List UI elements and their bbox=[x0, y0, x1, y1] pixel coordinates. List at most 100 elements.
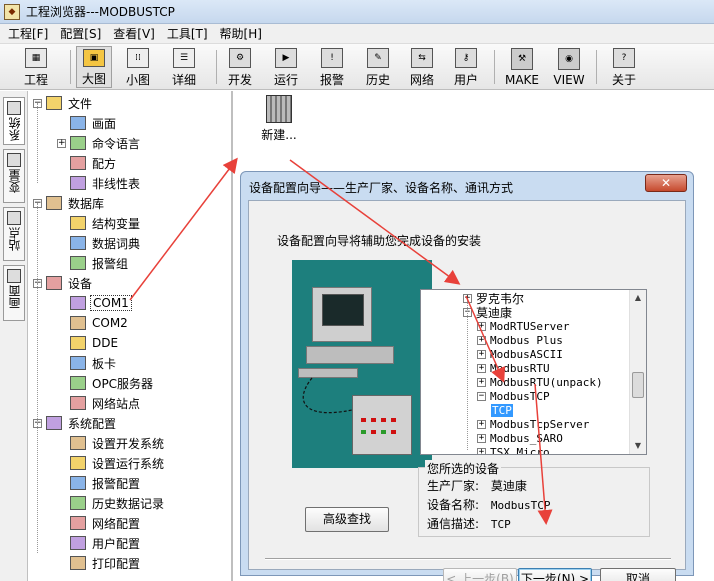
expand-icon[interactable]: + bbox=[477, 321, 486, 331]
tree-item[interactable]: − 系统配置 bbox=[33, 413, 118, 433]
toolbar-large-icon-button[interactable]: ▣ 大图 bbox=[76, 46, 112, 88]
scroll-down-icon[interactable]: ▼ bbox=[630, 438, 646, 454]
toolbar-alarm-button[interactable]: ! 报警 bbox=[314, 46, 350, 88]
toolbar-about-button[interactable]: ? 关于 bbox=[606, 46, 642, 88]
device-tree-item[interactable]: − ModbusTCP bbox=[477, 389, 551, 403]
history-record-icon bbox=[70, 496, 86, 510]
tree-item[interactable]: 设置开发系统 bbox=[57, 433, 166, 453]
toolbar-view-button[interactable]: ◉ VIEW bbox=[549, 46, 589, 88]
menu-config[interactable]: 配置[S] bbox=[60, 25, 101, 42]
device-tree-item[interactable]: + Modbus Plus bbox=[477, 333, 564, 347]
collapse-icon[interactable]: − bbox=[477, 391, 486, 401]
menu-view[interactable]: 查看[V] bbox=[113, 25, 155, 42]
device-icon bbox=[46, 276, 62, 290]
tree-item[interactable]: 板卡 bbox=[57, 353, 118, 373]
expand-icon[interactable]: + bbox=[477, 335, 486, 345]
device-tree-item[interactable]: + ModbusRTU(unpack) bbox=[477, 375, 604, 389]
device-tree-item[interactable]: + ModbusASCII bbox=[477, 347, 564, 361]
cancel-button[interactable]: 取消 bbox=[600, 568, 676, 581]
tree-item[interactable]: 数据词典 bbox=[57, 233, 142, 253]
toolbar-make-button[interactable]: ⚒ MAKE bbox=[502, 46, 542, 88]
tree-item[interactable]: + 命令语言 bbox=[57, 133, 142, 153]
device-tree-label: TCP bbox=[491, 403, 513, 417]
tree-item[interactable]: COM2 bbox=[57, 313, 130, 333]
close-button[interactable]: ✕ bbox=[645, 174, 687, 192]
advanced-search-button[interactable]: 高级查找 bbox=[305, 507, 389, 532]
expand-icon[interactable]: + bbox=[477, 433, 486, 443]
tab-screen[interactable]: 画面 bbox=[3, 265, 25, 321]
tree-item[interactable]: 非线性表 bbox=[57, 173, 142, 193]
device-tree-label: ModbusTcpServer bbox=[490, 417, 590, 431]
device-tree-item[interactable]: + Modbus_SARO bbox=[477, 431, 564, 445]
next-button[interactable]: 下一步(N) > bbox=[518, 568, 592, 581]
toolbar-user-button[interactable]: ⚷ 用户 bbox=[448, 46, 484, 88]
title-bar: ◆ 工程浏览器---MODBUSTCP bbox=[0, 0, 714, 24]
tree-guide-line bbox=[37, 203, 38, 283]
toolbar-network-button[interactable]: ⇆ 网络 bbox=[404, 46, 440, 88]
expand-icon[interactable]: + bbox=[477, 447, 486, 454]
tree-item[interactable]: 配方 bbox=[57, 153, 118, 173]
device-tree-item[interactable]: + ModRTUServer bbox=[477, 319, 570, 333]
tree-item[interactable]: 网络配置 bbox=[57, 513, 142, 533]
back-button[interactable]: < 上一步(B) bbox=[443, 568, 517, 581]
tree-item[interactable]: 画面 bbox=[57, 113, 118, 133]
tree-item[interactable]: 报警配置 bbox=[57, 473, 142, 493]
tree-item[interactable]: 结构变量 bbox=[57, 213, 142, 233]
expand-icon[interactable]: + bbox=[477, 377, 486, 387]
manufacturer-row: 生产厂家: 莫迪康 bbox=[427, 477, 527, 494]
device-tree-scrollbar[interactable]: ▲ ▼ bbox=[629, 290, 646, 454]
device-tree-item[interactable]: + ModbusRTU bbox=[477, 361, 551, 375]
device-tree-item[interactable]: + ModbusTcpServer bbox=[477, 417, 590, 431]
database-icon bbox=[46, 196, 62, 210]
toolbar-label: 大图 bbox=[81, 72, 106, 86]
device-tree-item[interactable]: TCP bbox=[491, 403, 513, 417]
toolbar-develop-button[interactable]: ⚙ 开发 bbox=[222, 46, 258, 88]
scroll-thumb[interactable] bbox=[632, 372, 644, 398]
new-device-item[interactable]: 新建... bbox=[258, 95, 300, 145]
tree-item[interactable]: 网络站点 bbox=[57, 393, 142, 413]
scroll-up-icon[interactable]: ▲ bbox=[630, 290, 646, 306]
tree-item[interactable]: 用户配置 bbox=[57, 533, 142, 553]
tree-item[interactable]: − 设备 bbox=[33, 273, 94, 293]
tab-system[interactable]: 系统 bbox=[3, 97, 25, 145]
menu-project[interactable]: 工程[F] bbox=[8, 25, 48, 42]
expand-icon[interactable]: + bbox=[477, 363, 486, 373]
expand-icon[interactable]: + bbox=[477, 419, 486, 429]
tree-item[interactable]: OPC服务器 bbox=[57, 373, 155, 393]
expand-icon[interactable]: + bbox=[57, 138, 66, 148]
toolbar-history-button[interactable]: ✎ 历史 bbox=[360, 46, 396, 88]
tree-item-label: 设备 bbox=[68, 276, 93, 291]
toolbar-label: 关于 bbox=[611, 73, 636, 87]
tree-item[interactable]: COM1 bbox=[57, 293, 132, 313]
device-tree-item[interactable]: + TSX Micro bbox=[477, 445, 551, 454]
tree-item[interactable]: 设置运行系统 bbox=[57, 453, 166, 473]
tree-item[interactable]: − 数据库 bbox=[33, 193, 106, 213]
alarm-group-icon bbox=[70, 256, 86, 270]
expand-icon[interactable]: + bbox=[477, 349, 486, 359]
menu-help[interactable]: 帮助[H] bbox=[220, 25, 262, 42]
system-config-icon bbox=[46, 416, 62, 430]
tree-item-label: 网络配置 bbox=[92, 516, 141, 531]
toolbar-label: 用户 bbox=[453, 73, 478, 87]
tab-station[interactable]: 站点 bbox=[3, 207, 25, 261]
device-config-wizard-dialog: 设备配置向导——生产厂家、设备名称、通讯方式 ✕ 设备配置向导将辅助您完成设备的… bbox=[240, 171, 694, 581]
toolbar-project-button[interactable]: ▦ 工程 bbox=[18, 46, 54, 88]
tab-variables[interactable]: 变量 bbox=[3, 149, 25, 203]
tree-item[interactable]: 历史数据记录 bbox=[57, 493, 166, 513]
tree-item[interactable]: DDE bbox=[57, 333, 120, 353]
toolbar-small-icon-button[interactable]: ⁞⁞ 小图 bbox=[120, 46, 156, 88]
device-name-label: 设备名称: bbox=[427, 498, 480, 512]
toolbar-run-button[interactable]: ▶ 运行 bbox=[268, 46, 304, 88]
device-tree-item[interactable]: − 莫迪康 bbox=[463, 305, 513, 320]
alarm-config-icon bbox=[70, 476, 86, 490]
tree-item[interactable]: − 文件 bbox=[33, 93, 94, 113]
tree-item[interactable]: 打印配置 bbox=[57, 553, 142, 573]
tab-label: 站点 bbox=[7, 227, 22, 251]
com-port-icon bbox=[70, 296, 86, 310]
tree-item[interactable]: 报警组 bbox=[57, 253, 130, 273]
device-tree-guide-line bbox=[467, 300, 468, 450]
user-config-icon bbox=[70, 536, 86, 550]
toolbar-details-button[interactable]: ☰ 详细 bbox=[166, 46, 202, 88]
device-tree-label: Modbus_SARO bbox=[490, 431, 563, 445]
menu-tools[interactable]: 工具[T] bbox=[167, 25, 208, 42]
